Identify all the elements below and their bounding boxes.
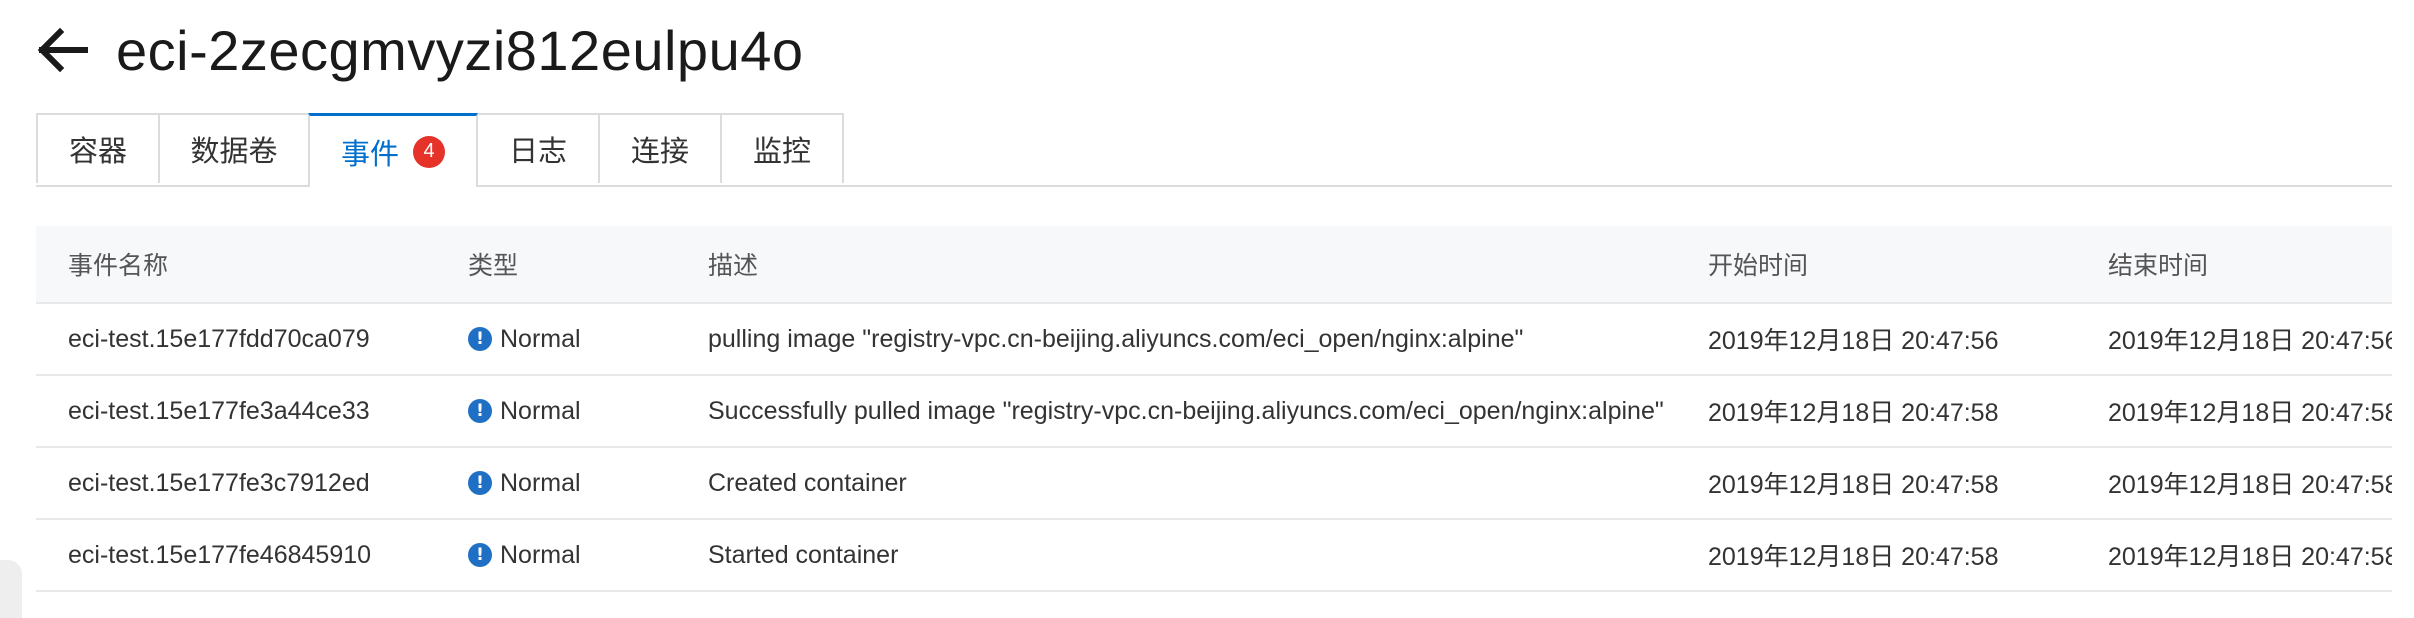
events-table: 事件名称 类型 描述 开始时间 结束时间 eci-test.15e177fdd7… — [36, 226, 2392, 592]
column-header-type: 类型 — [436, 226, 676, 304]
tab-label: 日志 — [508, 136, 567, 168]
event-count-badge: 4 — [413, 135, 445, 168]
tab-monitor[interactable]: 监控 — [720, 113, 844, 183]
event-type-cell: ! Normal — [436, 303, 676, 376]
tab-events[interactable]: 事件 4 — [308, 113, 478, 187]
info-icon: ! — [468, 471, 492, 495]
table-row: eci-test.15e177fe3c7912ed ! Normal Creat… — [36, 447, 2392, 520]
tab-logs[interactable]: 日志 — [476, 113, 600, 183]
event-type-cell: ! Normal — [436, 447, 676, 520]
event-end-cell: 2019年12月18日 20:47:56 — [2076, 303, 2392, 376]
table-row: eci-test.15e177fe3a44ce33 ! Normal Succe… — [36, 375, 2392, 448]
column-header-start-time: 开始时间 — [1676, 226, 2076, 304]
event-name-cell: eci-test.15e177fe3a44ce33 — [36, 375, 436, 448]
event-type-cell: ! Normal — [436, 375, 676, 448]
window-corner-decoration — [0, 560, 22, 618]
tab-connect[interactable]: 连接 — [598, 113, 722, 183]
event-type-label: Normal — [500, 324, 581, 353]
event-end-cell: 2019年12月18日 20:47:58 — [2076, 447, 2392, 520]
event-name-cell: eci-test.15e177fe3c7912ed — [36, 447, 436, 520]
column-header-description: 描述 — [676, 226, 1676, 304]
page-title: eci-2zecgmvyzi812eulpu4o — [116, 18, 804, 82]
event-description-cell: Started container — [676, 519, 1676, 592]
column-header-end-time: 结束时间 — [2076, 226, 2392, 304]
event-type-label: Normal — [500, 396, 581, 425]
event-description-cell: Successfully pulled image "registry-vpc.… — [676, 375, 1676, 448]
column-header-name: 事件名称 — [36, 226, 436, 304]
tab-label: 事件 — [340, 138, 399, 171]
event-description-cell: Created container — [676, 447, 1676, 520]
tab-bar: 容器 数据卷 事件 4 日志 连接 监控 — [36, 113, 2392, 187]
tab-label: 数据卷 — [190, 136, 278, 168]
event-name-cell: eci-test.15e177fdd70ca079 — [36, 303, 436, 376]
back-button[interactable] — [34, 22, 90, 78]
event-type-label: Normal — [500, 540, 581, 569]
info-icon: ! — [468, 327, 492, 351]
tab-label: 监控 — [752, 136, 811, 168]
event-start-cell: 2019年12月18日 20:47:56 — [1676, 303, 2076, 376]
info-icon: ! — [468, 399, 492, 423]
page-header: eci-2zecgmvyzi812eulpu4o — [34, 10, 804, 90]
table-row: eci-test.15e177fdd70ca079 ! Normal pulli… — [36, 303, 2392, 376]
page: eci-2zecgmvyzi812eulpu4o 容器 数据卷 事件 4 日志 … — [0, 0, 2414, 618]
event-type-cell: ! Normal — [436, 519, 676, 592]
info-icon: ! — [468, 543, 492, 567]
arrow-left-icon — [37, 28, 88, 72]
event-end-cell: 2019年12月18日 20:47:58 — [2076, 375, 2392, 448]
tab-label: 容器 — [68, 136, 127, 168]
event-name-cell: eci-test.15e177fe46845910 — [36, 519, 436, 592]
table-row: eci-test.15e177fe46845910 ! Normal Start… — [36, 519, 2392, 592]
table-header-row: 事件名称 类型 描述 开始时间 结束时间 — [36, 226, 2392, 304]
tab-volumes[interactable]: 数据卷 — [158, 113, 310, 183]
event-start-cell: 2019年12月18日 20:47:58 — [1676, 375, 2076, 448]
event-description-cell: pulling image "registry-vpc.cn-beijing.a… — [676, 303, 1676, 376]
event-type-label: Normal — [500, 468, 581, 497]
tab-containers[interactable]: 容器 — [36, 113, 160, 183]
event-end-cell: 2019年12月18日 20:47:58 — [2076, 519, 2392, 592]
events-table-container: 事件名称 类型 描述 开始时间 结束时间 eci-test.15e177fdd7… — [36, 226, 2392, 592]
tab-label: 连接 — [630, 136, 689, 168]
event-start-cell: 2019年12月18日 20:47:58 — [1676, 447, 2076, 520]
event-start-cell: 2019年12月18日 20:47:58 — [1676, 519, 2076, 592]
